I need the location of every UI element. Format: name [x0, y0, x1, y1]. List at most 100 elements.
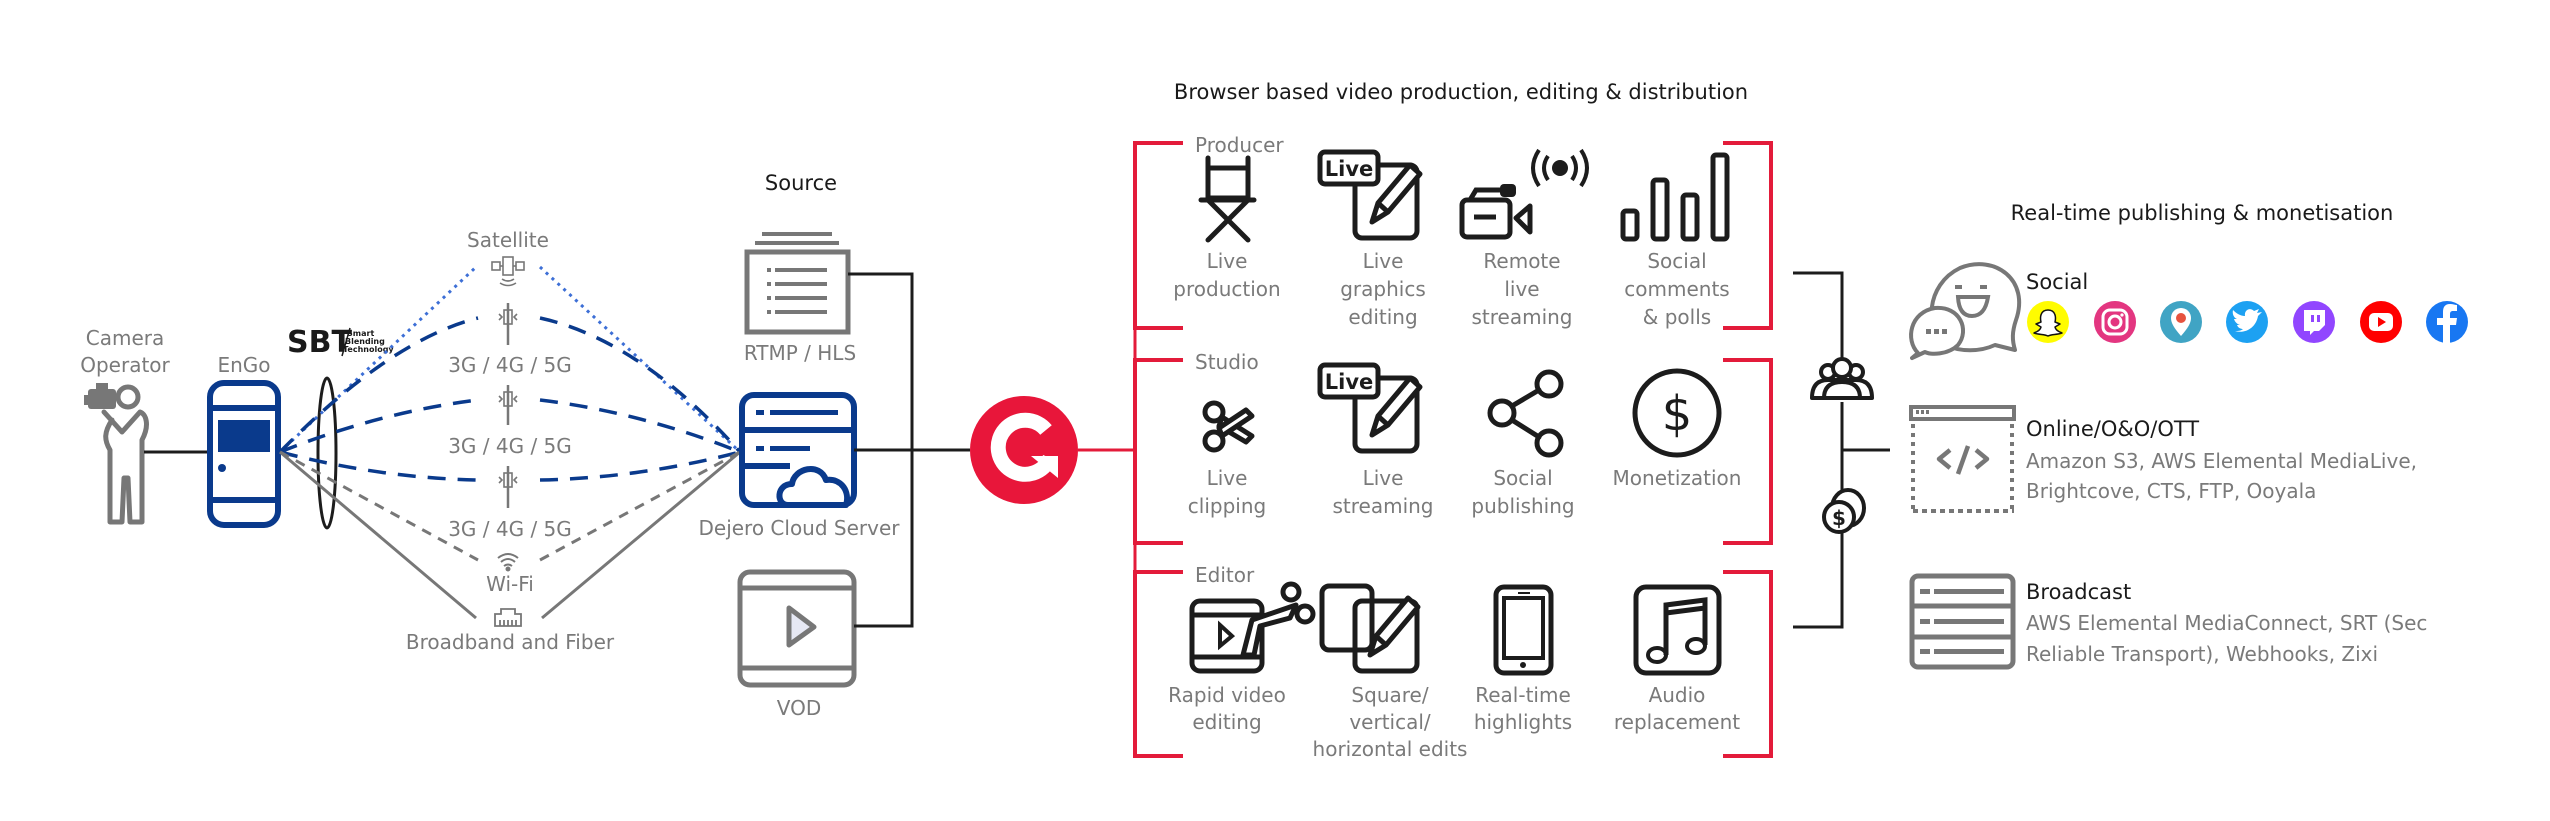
label-line: editing [1348, 305, 1417, 329]
label-line: Live [1207, 466, 1248, 490]
online-desc-line: Amazon S3, AWS Elemental MediaLive, [2026, 449, 2417, 473]
group-editor: Editor Rapid video editing Square/ verti… [1133, 563, 1773, 761]
source-rtmp-hls: RTMP / HLS [744, 232, 856, 365]
facebook-icon[interactable] [2426, 301, 2468, 343]
studio-item-live-streaming[interactable]: Live Live streaming [1317, 362, 1434, 518]
label-line: live [1504, 277, 1539, 301]
producer-bracket-right [1723, 141, 1773, 330]
producer-title: Producer [1195, 133, 1284, 157]
production-title: Browser based video production, editing … [1174, 80, 1748, 104]
live-edit-icon: Live [1317, 362, 1423, 454]
video-cut-icon [1189, 581, 1316, 674]
distribution-online: Online/O&O/OTT Amazon S3, AWS Elemental … [1909, 405, 2417, 513]
cell-2-label: 3G / 4G / 5G [448, 434, 572, 458]
label-line: graphics [1340, 277, 1426, 301]
label-line: Social [1493, 466, 1552, 490]
cloud-server-icon [739, 392, 857, 508]
editor-item-real-time-highlights[interactable]: Real-time highlights [1474, 584, 1572, 734]
social-platforms [2027, 301, 2468, 343]
producer-item-social-comments-polls[interactable]: Social comments & polls [1620, 152, 1730, 329]
label-line: Monetization [1613, 466, 1742, 490]
editor-item-audio-replacement[interactable]: Audio replacement [1614, 584, 1740, 734]
label-line: Rapid video [1168, 683, 1286, 707]
online-desc-line: Brightcove, CTS, FTP, Ooyala [2026, 479, 2316, 503]
label-line: Live [1363, 249, 1404, 273]
label-line: streaming [1471, 305, 1572, 329]
network-wifi: Wi-Fi [486, 553, 534, 596]
editor-item-rapid-video-editing[interactable]: Rapid video editing [1168, 581, 1316, 734]
label-line: Square/ [1351, 683, 1428, 707]
periscope-icon[interactable] [2160, 301, 2202, 343]
engo-device-icon [207, 380, 281, 528]
label-line: Live [1363, 466, 1404, 490]
label-line: replacement [1614, 710, 1740, 734]
label-line: Remote [1483, 249, 1560, 273]
label-line: clipping [1188, 494, 1266, 518]
instagram-icon[interactable] [2094, 301, 2136, 343]
label-line: Audio [1649, 683, 1706, 707]
source-dejero-cloud-server: Dejero Cloud Server [698, 392, 900, 540]
camera-operator: Camera Operator [80, 326, 171, 525]
broadcast-title: Broadcast [2026, 580, 2131, 604]
studio-item-monetization[interactable]: $ Monetization [1613, 368, 1742, 490]
distribution-broadcast: Broadcast AWS Elemental MediaConnect, SR… [1909, 573, 2427, 670]
label-line: editing [1192, 710, 1261, 734]
cell-tower-icon [498, 303, 518, 345]
label-line: Live [1207, 249, 1248, 273]
cell-3-label: 3G / 4G / 5G [448, 517, 572, 541]
camera-operator-label-line-1: Camera [86, 326, 165, 350]
distribution-connectors: $ [1793, 271, 1890, 629]
snapchat-icon[interactable] [2027, 301, 2069, 343]
producer-item-remote-live-streaming[interactable]: Remote live streaming [1459, 148, 1589, 329]
producer-item-live-production[interactable]: Live production [1173, 155, 1281, 301]
satellite-label: Satellite [467, 228, 549, 252]
wifi-path-left [279, 450, 479, 562]
distribution-social: Social [1909, 262, 2468, 360]
studio-item-live-clipping[interactable]: Live clipping [1188, 400, 1266, 518]
broadcast-desc-line: AWS Elemental MediaConnect, SRT (Sec [2026, 611, 2427, 635]
network-cell-1: 3G / 4G / 5G [448, 303, 572, 377]
label-line: streaming [1332, 494, 1433, 518]
label-line: Real-time [1475, 683, 1571, 707]
twitch-icon[interactable] [2293, 301, 2335, 343]
label-line: & polls [1643, 305, 1711, 329]
ethernet-port-icon [494, 608, 522, 627]
share-icon [1487, 369, 1564, 458]
satellite-icon [491, 256, 525, 287]
code-window-icon [1909, 405, 2016, 513]
svg-text:Live: Live [1325, 157, 1374, 181]
network-cell-3: 3G / 4G / 5G [448, 466, 572, 541]
broadband-label: Broadband and Fiber [406, 630, 615, 654]
remote-camera-broadcast-icon [1459, 148, 1589, 240]
cell-tower-icon [498, 385, 518, 425]
studio-item-social-publishing[interactable]: Social publishing [1471, 369, 1575, 518]
editor-item-aspect-edits[interactable]: Square/ vertical/ horizontal edits [1313, 583, 1468, 761]
dollar-coin-icon: $ [1632, 368, 1722, 458]
sbt-logo: SBT Smart Blending Technology [287, 325, 394, 360]
network-satellite: Satellite [467, 228, 549, 287]
label-line: production [1173, 277, 1280, 301]
label-line: publishing [1471, 494, 1574, 518]
online-title: Online/O&O/OTT [2026, 417, 2199, 441]
social-title: Social [2026, 270, 2088, 294]
svg-text:$: $ [1832, 506, 1846, 530]
label-line: highlights [1474, 710, 1572, 734]
source-connectors [848, 272, 970, 628]
studio-bracket-right [1723, 358, 1773, 545]
video-player-icon [737, 569, 857, 688]
label-line: Social [1647, 249, 1706, 273]
rtmp-hls-label: RTMP / HLS [744, 341, 856, 365]
broadcast-desc-line: Reliable Transport), Webhooks, Zixi [2026, 642, 2378, 666]
group-producer: Producer Live production Live Live graph… [1133, 133, 1773, 330]
camera-operator-icon [84, 383, 149, 525]
smartphone-icon [1493, 584, 1554, 676]
cell-tower-icon [498, 466, 518, 508]
network-broadband: Broadband and Fiber [406, 608, 615, 654]
twitter-icon[interactable] [2226, 301, 2268, 343]
label-line: comments [1624, 277, 1729, 301]
cell-1-label: 3G / 4G / 5G [448, 353, 572, 377]
server-rack-icon [1909, 573, 2016, 670]
grabyo-logo-icon [970, 396, 1078, 504]
youtube-icon[interactable] [2360, 301, 2402, 343]
producer-item-live-graphics-editing[interactable]: Live Live graphics editing [1317, 149, 1426, 329]
